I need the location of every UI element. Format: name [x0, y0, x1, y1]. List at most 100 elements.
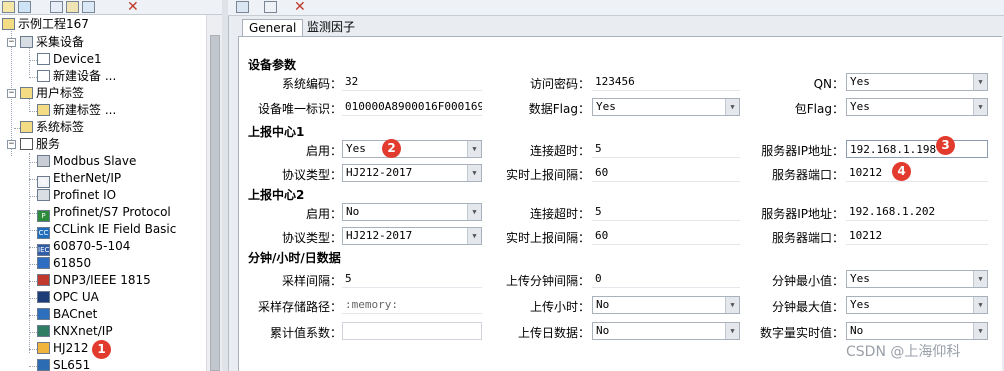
tree-item-user-tags[interactable]: 用户标签	[20, 85, 84, 102]
tree-guide-line	[29, 332, 37, 333]
service-item[interactable]: Modbus Slave	[37, 153, 136, 170]
close-icon[interactable]: ✕	[294, 0, 306, 15]
collapse-toggle[interactable]: −	[7, 89, 16, 98]
section-center2: 上报中心2	[248, 188, 305, 202]
service-item[interactable]: HJ212	[37, 340, 88, 357]
service-item[interactable]: DNP3/IEEE 1815	[37, 272, 151, 289]
tab-factors[interactable]: 监测因子	[301, 19, 361, 36]
system-code-label: 系统编码：	[281, 77, 342, 91]
section-minute-data: 分钟/小时/日数据	[248, 251, 341, 265]
chevron-down-icon[interactable]: ▼	[973, 99, 987, 115]
save-icon[interactable]	[236, 1, 249, 13]
unique-id-field[interactable]: 010000A8900016F000169D	[342, 98, 482, 116]
c1-interval-field[interactable]: 60	[592, 164, 740, 182]
pkt-flag-label: 包Flag：	[794, 102, 844, 116]
tree-item-device1[interactable]: Device1	[37, 51, 102, 68]
service-label: KNXnet/IP	[53, 324, 113, 338]
digital-select[interactable]: No ▼	[846, 322, 988, 340]
tree-item-new-tag[interactable]: 新建标签 ...	[37, 102, 116, 119]
c2-timeout-field[interactable]: 5	[592, 203, 740, 221]
qn-select[interactable]: Yes ▼	[846, 73, 988, 91]
c2-port-field[interactable]: 10212	[846, 227, 988, 245]
cumulative-field[interactable]	[342, 322, 482, 340]
qn-value: Yes	[850, 75, 870, 88]
service-label: DNP3/IEEE 1815	[53, 273, 151, 287]
tree-guide-line	[29, 298, 37, 299]
system-code-field[interactable]: 32	[342, 73, 482, 91]
sample-interval-field[interactable]: 5	[342, 270, 482, 288]
c1-protocol-select[interactable]: HJ212-2017 ▼	[342, 164, 482, 182]
chevron-down-icon[interactable]: ▼	[725, 99, 739, 115]
chevron-down-icon[interactable]: ▼	[973, 271, 987, 287]
open-icon[interactable]	[18, 1, 31, 13]
tree-item-collect[interactable]: 采集设备	[20, 34, 84, 51]
max-value-select[interactable]: Yes ▼	[846, 296, 988, 314]
upload-hour-value: No	[596, 298, 610, 311]
service-label: Modbus Slave	[53, 154, 137, 168]
collapse-toggle[interactable]: −	[7, 38, 16, 47]
chevron-down-icon[interactable]: ▼	[467, 204, 481, 220]
upload-min-interval-field[interactable]: 0	[592, 270, 740, 288]
paste-icon[interactable]	[66, 1, 79, 13]
chevron-down-icon[interactable]: ▼	[973, 297, 987, 313]
digital-value: No	[850, 324, 864, 337]
upload-hour-label: 上传小时：	[529, 300, 590, 314]
service-item[interactable]: Profinet IO	[37, 187, 116, 204]
tree-item-services[interactable]: 服务	[20, 136, 60, 153]
service-item[interactable]: OPC UA	[37, 289, 99, 306]
chevron-down-icon[interactable]: ▼	[973, 323, 987, 339]
annotation-badge-4: 4	[892, 162, 911, 181]
tree-guide-line	[29, 230, 37, 231]
service-icon	[37, 257, 50, 269]
service-item[interactable]: BACnet	[37, 306, 97, 323]
chevron-down-icon[interactable]: ▼	[467, 141, 481, 157]
tree-item-system-tags[interactable]: 系统标签	[20, 119, 84, 136]
tree-root[interactable]: 示例工程167	[2, 16, 89, 33]
c1-timeout-field[interactable]: 5	[592, 140, 740, 158]
tree-scrollbar[interactable]	[206, 15, 222, 371]
collapse-toggle[interactable]: −	[7, 140, 16, 149]
pkt-flag-select[interactable]: Yes ▼	[846, 98, 988, 116]
c1-enable-select[interactable]: Yes ▼	[342, 140, 482, 158]
data-flag-select[interactable]: Yes ▼	[592, 98, 740, 116]
upload-hour-select[interactable]: No ▼	[592, 296, 740, 314]
scrollbar-thumb[interactable]	[210, 35, 220, 371]
delete-icon[interactable]: ✕	[127, 0, 139, 15]
service-item[interactable]: KNXnet/IP	[37, 323, 113, 340]
properties-icon[interactable]	[82, 1, 95, 13]
storage-path-field[interactable]: :memory:	[342, 296, 482, 314]
digital-label: 数字量实时值：	[759, 326, 844, 340]
service-item[interactable]: P Profinet/S7 Protocol	[37, 204, 171, 222]
tree-item-new-device[interactable]: 新建设备 ...	[37, 68, 116, 85]
chevron-down-icon[interactable]: ▼	[467, 228, 481, 244]
service-item[interactable]: 61850	[37, 255, 91, 272]
section-center1: 上报中心1	[248, 125, 305, 139]
tree-guide-line	[29, 247, 37, 248]
c2-interval-field[interactable]: 60	[592, 227, 740, 245]
tree-guide-line	[29, 153, 30, 353]
c1-port-field[interactable]: 10212	[846, 164, 988, 182]
service-item[interactable]: CC CCLink IE Field Basic	[37, 221, 176, 239]
annotation-badge-3: 3	[936, 136, 955, 155]
new-project-icon[interactable]	[2, 1, 15, 13]
chevron-down-icon[interactable]: ▼	[725, 323, 739, 339]
c2-ip-field[interactable]: 192.168.1.202	[846, 203, 988, 221]
data-flag-value: Yes	[596, 100, 616, 113]
chevron-down-icon[interactable]: ▼	[725, 297, 739, 313]
min-value-select[interactable]: Yes ▼	[846, 270, 988, 288]
c1-ip-field[interactable]: 192.168.1.198	[846, 140, 988, 158]
service-item[interactable]: IEC 60870-5-104	[37, 238, 130, 256]
up-icon[interactable]	[264, 1, 277, 13]
access-pwd-field[interactable]: 123456	[592, 73, 740, 91]
service-item[interactable]: N EtherNet/IP	[37, 170, 121, 188]
c2-enable-select[interactable]: No ▼	[342, 203, 482, 221]
upload-day-select[interactable]: No ▼	[592, 322, 740, 340]
c2-protocol-select[interactable]: HJ212-2017 ▼	[342, 227, 482, 245]
tree-guide-line	[29, 264, 37, 265]
tab-general[interactable]: General	[242, 19, 304, 36]
copy-icon[interactable]	[50, 1, 63, 13]
c2-port-label: 服务器端口：	[771, 231, 844, 245]
service-item[interactable]: SL651	[37, 357, 90, 371]
chevron-down-icon[interactable]: ▼	[467, 165, 481, 181]
chevron-down-icon[interactable]: ▼	[973, 74, 987, 90]
